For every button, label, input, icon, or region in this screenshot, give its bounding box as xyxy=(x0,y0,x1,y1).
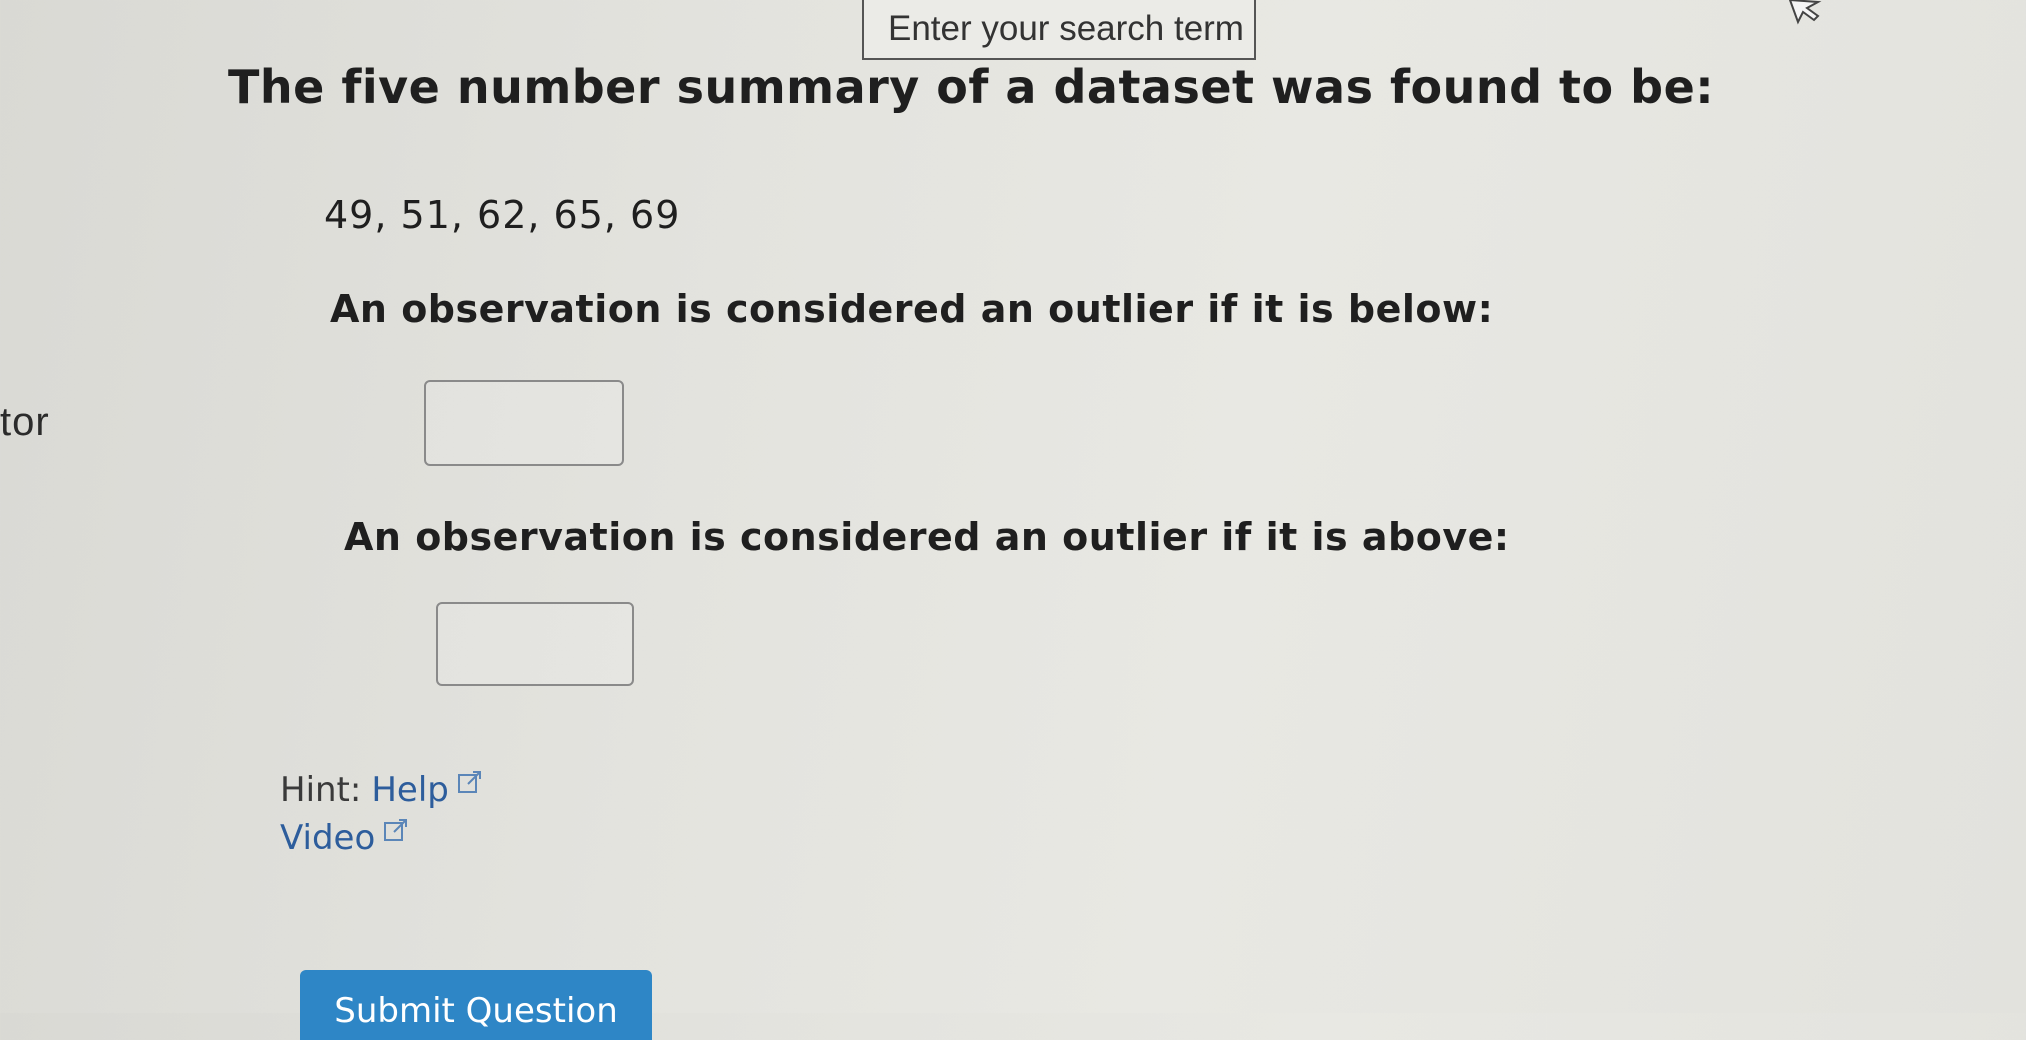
external-link-icon xyxy=(384,819,408,841)
upper-fence-input[interactable] xyxy=(436,602,634,686)
sidebar-fragment-text: tor xyxy=(0,400,50,444)
video-link[interactable]: Video xyxy=(280,818,375,858)
mouse-pointer-icon xyxy=(1788,0,1822,25)
submit-question-button[interactable]: Submit Question xyxy=(300,970,652,1040)
help-link[interactable]: Help xyxy=(371,770,449,810)
search-box[interactable] xyxy=(862,0,1256,60)
lower-fence-input[interactable] xyxy=(424,380,624,466)
search-input[interactable] xyxy=(886,8,1254,50)
five-number-summary: 49, 51, 62, 65, 69 xyxy=(324,193,681,237)
external-link-icon xyxy=(457,771,481,793)
question-title: The five number summary of a dataset was… xyxy=(228,60,1715,114)
hint-label: Hint: xyxy=(280,770,362,810)
video-line: Video xyxy=(280,818,409,858)
prompt-lower-fence: An observation is considered an outlier … xyxy=(330,287,1494,331)
prompt-upper-fence: An observation is considered an outlier … xyxy=(344,515,1510,559)
hint-line: Hint: Help xyxy=(280,770,483,810)
